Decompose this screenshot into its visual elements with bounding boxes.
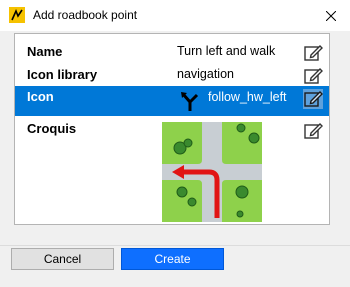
window-title: Add roadbook point: [33, 8, 138, 22]
intersection-left-turn-sketch: [162, 122, 262, 222]
edit-pencil-icon[interactable]: [303, 89, 323, 109]
property-value: Turn left and walk: [177, 44, 276, 58]
title-bar: Add roadbook point: [0, 0, 350, 31]
property-row-icon[interactable]: Icon follow_hw_left: [15, 86, 329, 116]
property-label: Name: [27, 44, 63, 59]
edit-pencil-icon[interactable]: [303, 43, 323, 63]
close-button[interactable]: [312, 0, 350, 31]
property-list: Name Turn left and walk Icon library nav…: [14, 33, 330, 225]
property-row-name[interactable]: Name Turn left and walk: [15, 40, 329, 62]
property-value: navigation: [177, 67, 234, 81]
follow-highway-left-icon: [181, 92, 199, 111]
edit-pencil-icon[interactable]: [303, 66, 323, 86]
close-icon: [326, 10, 336, 21]
property-row-croquis[interactable]: Croquis: [15, 118, 329, 222]
property-label: Croquis: [27, 121, 77, 136]
edit-pencil-icon[interactable]: [303, 121, 323, 141]
cancel-button[interactable]: Cancel: [11, 248, 114, 270]
property-label: Icon library: [27, 67, 98, 82]
roadbook-app-icon: [9, 7, 25, 23]
property-value: follow_hw_left: [208, 90, 287, 104]
footer-divider: [0, 245, 350, 246]
property-row-icon-library[interactable]: Icon library navigation: [15, 64, 329, 86]
create-button[interactable]: Create: [121, 248, 224, 270]
property-label: Icon: [27, 89, 54, 104]
